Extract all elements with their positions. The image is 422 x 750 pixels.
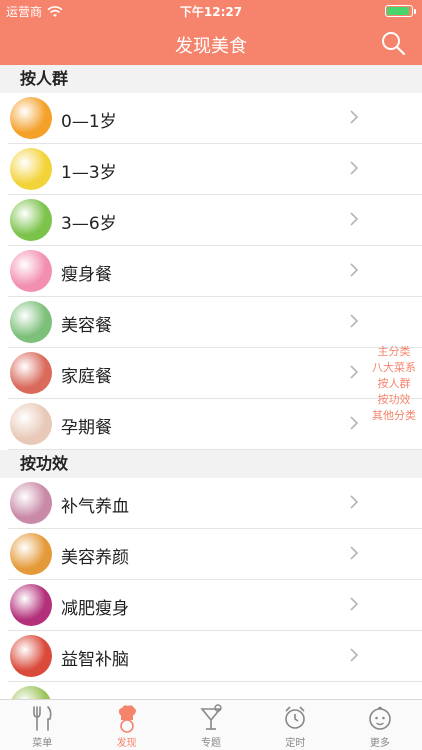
chevron-right-icon (350, 263, 359, 277)
list-item[interactable]: 减肥瘦身 (8, 580, 422, 631)
list-item[interactable]: 美容养颜 (8, 529, 422, 580)
search-icon[interactable] (380, 30, 406, 56)
status-right (385, 5, 416, 17)
tab-bar: 菜单 发现 专题 定时 更多 (0, 699, 422, 750)
list-item-label: 孕期餐 (61, 418, 112, 438)
category-thumbnail (10, 250, 52, 292)
index-item[interactable]: 其他分类 (370, 408, 418, 424)
category-thumbnail (10, 403, 52, 445)
tab-label: 更多 (369, 738, 390, 749)
list-item-label: 美容养颜 (61, 548, 129, 568)
list-item[interactable]: 益智补脑 (8, 631, 422, 682)
list-item-label: 3—6岁 (61, 214, 117, 234)
section-header: 按功效 (0, 450, 422, 478)
index-item[interactable]: 按人群 (370, 376, 418, 392)
category-list[interactable]: 按人群 0—1岁 1—3岁 3—6岁 瘦身餐 美容餐 家庭餐 孕期餐 按功效 补气养血 美容养颜 减肥… (0, 65, 422, 699)
chevron-right-icon (350, 110, 359, 124)
category-thumbnail (10, 533, 52, 575)
battery-icon (385, 5, 413, 17)
category-thumbnail (10, 686, 52, 699)
list-item[interactable]: 0—1岁 (8, 93, 422, 144)
category-thumbnail (10, 482, 52, 524)
tab-alarm-clock[interactable]: 定时 (253, 700, 337, 750)
chevron-right-icon (350, 597, 359, 611)
index-item[interactable]: 主分类 (370, 344, 418, 360)
list-item-label: 益智补脑 (61, 650, 129, 670)
chevron-right-icon (350, 546, 359, 560)
list-item-label: 0—1岁 (61, 112, 117, 132)
chevron-right-icon (350, 161, 359, 175)
category-thumbnail (10, 352, 52, 394)
baby-face-icon (369, 706, 391, 730)
chef-icon (118, 705, 136, 733)
tab-label: 专题 (201, 738, 222, 749)
chevron-right-icon (350, 314, 359, 328)
page-title: 发现美食 (175, 36, 247, 57)
list-item[interactable]: 补气养血 (8, 478, 422, 529)
chevron-right-icon (350, 648, 359, 662)
chevron-right-icon (350, 212, 359, 226)
list-item[interactable]: 3—6岁 (8, 195, 422, 246)
category-thumbnail (10, 199, 52, 241)
category-thumbnail (10, 148, 52, 190)
index-item[interactable]: 八大菜系 (370, 360, 418, 376)
tab-label: 发现 (116, 738, 137, 749)
chevron-right-icon (350, 495, 359, 509)
list-item[interactable]: 瘦身餐 (8, 246, 422, 297)
status-time: 下午12:27 (179, 5, 243, 19)
cocktail-icon (200, 704, 222, 730)
category-thumbnail (10, 97, 52, 139)
list-item[interactable]: 1—3岁 (8, 144, 422, 195)
section-header: 按人群 (0, 65, 422, 93)
list-item[interactable]: 家庭餐 (8, 348, 422, 399)
list-item-label: 瘦身餐 (61, 265, 112, 285)
tab-cocktail[interactable]: 专题 (169, 700, 253, 750)
list-item-label: 家庭餐 (61, 367, 112, 387)
list-item-label: 美容餐 (61, 316, 112, 336)
category-thumbnail (10, 635, 52, 677)
list-item[interactable]: 孕期餐 (8, 399, 422, 450)
tab-baby-face[interactable]: 更多 (338, 700, 422, 750)
list-item[interactable]: 美容餐 (8, 297, 422, 348)
status-bar: 运营商 下午12:27 (0, 0, 422, 22)
category-thumbnail (10, 584, 52, 626)
chevron-right-icon (350, 365, 359, 379)
tab-fork-knife[interactable]: 菜单 (0, 700, 84, 750)
list-item-label: 补气养血 (61, 497, 129, 517)
fork-knife-icon (33, 706, 52, 731)
list-item[interactable] (8, 682, 422, 699)
list-item-label: 1—3岁 (61, 163, 117, 183)
nav-bar: 发现美食 (0, 22, 422, 65)
list-item-label: 减肥瘦身 (61, 599, 129, 619)
index-item[interactable]: 按功效 (370, 392, 418, 408)
tab-label: 定时 (285, 738, 306, 749)
tab-chef[interactable]: 发现 (84, 700, 168, 750)
category-thumbnail (10, 301, 52, 343)
tab-label: 菜单 (32, 738, 53, 749)
section-index: 主分类 八大菜系 按人群 按功效 其他分类 (370, 344, 418, 424)
chevron-right-icon (350, 416, 359, 430)
alarm-clock-icon (285, 706, 306, 729)
